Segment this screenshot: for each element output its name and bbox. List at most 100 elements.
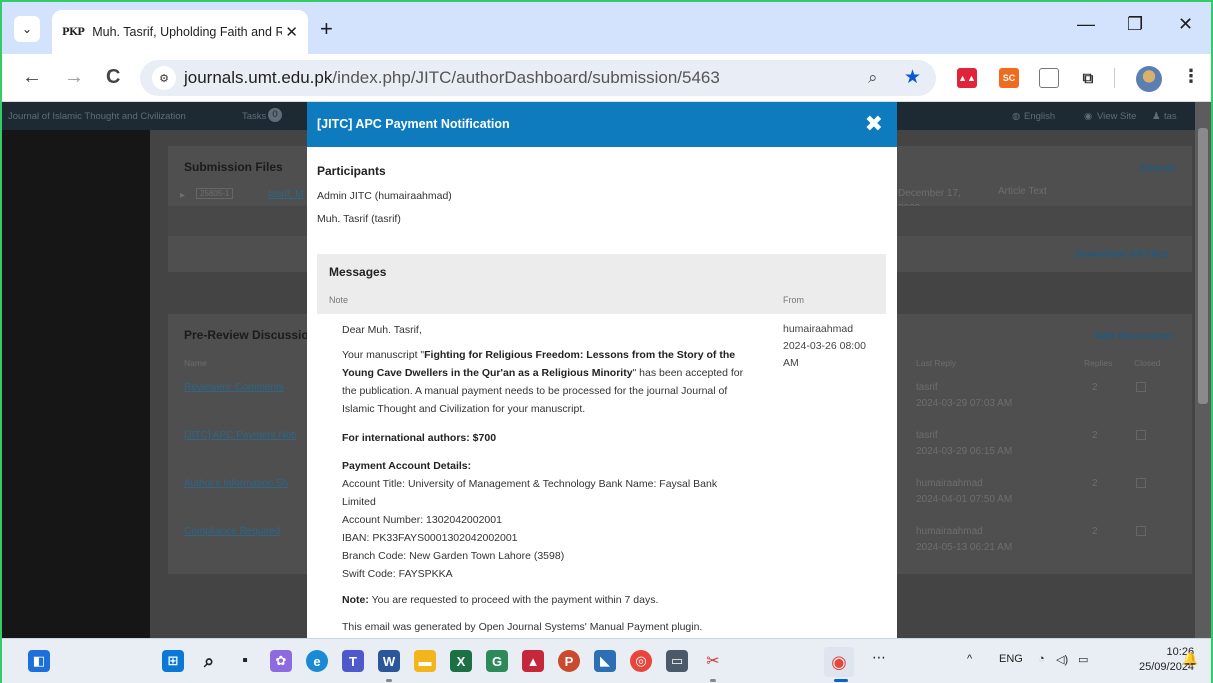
page-scrollbar[interactable] [1195, 102, 1211, 638]
notification-bell-icon[interactable]: 🔔 [1182, 651, 1198, 667]
expand-icon[interactable]: ▸ [180, 190, 185, 201]
modal-header: [JITC] APC Payment Notification ✖ [307, 102, 897, 147]
discussion-closed-checkbox[interactable] [1136, 430, 1146, 440]
word-running-indicator [386, 679, 392, 682]
chrome-active-icon[interactable]: ◉ [824, 647, 854, 677]
more-apps-icon[interactable]: ⋯ [872, 649, 886, 666]
excel-icon[interactable]: X [450, 650, 472, 672]
payment-note: Note: You are requested to proceed with … [342, 594, 659, 606]
app-dark-icon[interactable]: ▭ [666, 650, 688, 672]
pkp-favicon-icon: PKP [62, 26, 85, 38]
tray-chevron-icon[interactable]: ^ [967, 653, 972, 665]
files-search-link[interactable]: Search [1140, 162, 1175, 174]
discussion-closed-checkbox[interactable] [1136, 478, 1146, 488]
start-icon[interactable]: ⊞ [162, 650, 184, 672]
messages-title: Messages [329, 265, 387, 279]
note-column-header: Note [329, 295, 349, 305]
ext-sc-icon[interactable]: SC [999, 68, 1019, 88]
tab-close-icon[interactable]: ✕ [285, 23, 298, 41]
profile-avatar[interactable] [1136, 66, 1162, 92]
volume-icon[interactable]: ◁) [1056, 653, 1068, 666]
discussions-title: Pre-Review Discussio [184, 328, 309, 342]
globe-icon: ◍ [1012, 111, 1021, 122]
col-replies: Replies [1084, 358, 1113, 368]
tasks-link[interactable]: Tasks [242, 111, 266, 122]
bookmark-star-icon[interactable]: ★ [904, 66, 921, 89]
word-icon[interactable]: W [378, 650, 400, 672]
battery-icon[interactable]: ▭ [1078, 653, 1088, 666]
wifi-icon[interactable]: ◔ [1038, 653, 1045, 665]
discussion-last-reply: tasrif 2024-03-29 06:15 AM [916, 430, 1013, 457]
zoom-icon[interactable]: ⌕ [868, 68, 878, 88]
restore-button[interactable]: ❐ [1127, 14, 1143, 35]
participant-item: Muh. Tasrif (tasrif) [317, 213, 401, 225]
snipping-tool-icon[interactable]: ✂ [702, 650, 724, 672]
eye-icon: ◉ [1084, 111, 1093, 122]
file-id-badge: 25805-1 [196, 188, 234, 199]
powerpoint-icon[interactable]: P [558, 650, 580, 672]
task-view-icon[interactable]: ▪ [234, 650, 256, 672]
discussion-link[interactable]: Compliance Required [184, 526, 280, 537]
modal-title: [JITC] APC Payment Notification [317, 117, 510, 131]
language-link[interactable]: English [1024, 111, 1055, 122]
payment-account-details: Payment Account Details: Account Title: … [342, 460, 718, 580]
discussion-last-reply: tasrif 2024-03-29 07:03 AM [916, 382, 1013, 409]
chrome-icon[interactable]: ◎ [630, 650, 652, 672]
language-indicator[interactable]: ENG [999, 653, 1023, 665]
col-last-reply: Last Reply [916, 358, 957, 368]
download-all-link[interactable]: Download All Files [1076, 248, 1169, 260]
forward-button[interactable]: → [64, 66, 84, 89]
discussion-replies: 2 [1092, 430, 1098, 441]
app-ga-icon[interactable]: G [486, 650, 508, 672]
discussion-link[interactable]: Author's Information Sh [184, 478, 288, 489]
file-name-link[interactable]: tasrif, M [268, 189, 304, 200]
address-bar[interactable]: ⚙ journals.umt.edu.pk/index.php/JITC/aut… [140, 60, 936, 96]
international-fee: For international authors: $700 [342, 432, 497, 444]
message-greeting: Dear Muh. Tasrif, [342, 324, 422, 336]
search-icon[interactable]: ⌕ [198, 650, 220, 672]
app-red-icon[interactable]: ▲ [522, 650, 544, 672]
file-type: Article Text [998, 186, 1047, 197]
journal-name-link[interactable]: Journal of Islamic Thought and Civilizat… [8, 111, 186, 122]
view-site-link[interactable]: View Site [1097, 111, 1136, 122]
snap-widget-icon[interactable]: ◧ [28, 650, 50, 672]
new-tab-button[interactable]: + [320, 16, 333, 42]
page-viewport: Journal of Islamic Thought and Civilizat… [2, 102, 1211, 638]
tasks-count-badge: 0 [268, 108, 282, 122]
browser-menu-icon[interactable]: ⋮ [1182, 66, 1200, 87]
user-menu-link[interactable]: tas [1164, 111, 1177, 122]
copilot-icon[interactable]: ✿ [270, 650, 292, 672]
discussion-closed-checkbox[interactable] [1136, 526, 1146, 536]
col-name: Name [184, 358, 207, 368]
teams-icon[interactable]: T [342, 650, 364, 672]
edge-icon[interactable]: e [306, 650, 328, 672]
submission-files-title: Submission Files [184, 160, 283, 174]
scrollbar-thumb[interactable] [1198, 128, 1208, 404]
ext-page-icon[interactable] [1039, 68, 1059, 88]
discussion-link[interactable]: Reviewers' Comments [184, 382, 284, 393]
puzzle-icon[interactable]: ⧉ [1078, 68, 1098, 88]
url-text: journals.umt.edu.pk/index.php/JITC/autho… [184, 68, 720, 87]
message-from: humairaahmad 2024-03-26 08:00 AM [783, 323, 866, 369]
file-explorer-icon[interactable]: ▬ [414, 650, 436, 672]
minimize-button[interactable]: — [1077, 14, 1095, 35]
app-blue-icon[interactable]: ◣ [594, 650, 616, 672]
participant-item: Admin JITC (humairaahmad) [317, 190, 452, 202]
add-discussion-link[interactable]: Add discussion [1094, 330, 1172, 342]
reload-button[interactable]: C [106, 66, 120, 89]
active-tab[interactable]: PKP Muh. Tasrif, Upholding Faith and Rel… [52, 10, 308, 54]
browser-toolbar: ← → C ⚙ journals.umt.edu.pk/index.php/JI… [2, 54, 1211, 102]
tab-search-button[interactable]: ⌄ [14, 16, 40, 42]
ext-red-icon[interactable]: ▲▲ [957, 68, 977, 88]
close-window-button[interactable]: ✕ [1178, 14, 1193, 35]
discussion-replies: 2 [1092, 478, 1098, 489]
tab-title: Muh. Tasrif, Upholding Faith and Relig [92, 25, 283, 39]
message-paragraph: Your manuscript "Fighting for Religious … [342, 349, 744, 415]
discussion-last-reply: humairaahmad 2024-04-01 07:50 AM [916, 478, 1013, 505]
site-info-icon[interactable]: ⚙ [152, 66, 176, 90]
back-button[interactable]: ← [22, 66, 42, 89]
discussion-link[interactable]: [JITC] APC Payment Noti [184, 430, 296, 441]
chrome-active-indicator [834, 679, 848, 682]
discussion-closed-checkbox[interactable] [1136, 382, 1146, 392]
modal-close-icon[interactable]: ✖ [865, 111, 883, 137]
